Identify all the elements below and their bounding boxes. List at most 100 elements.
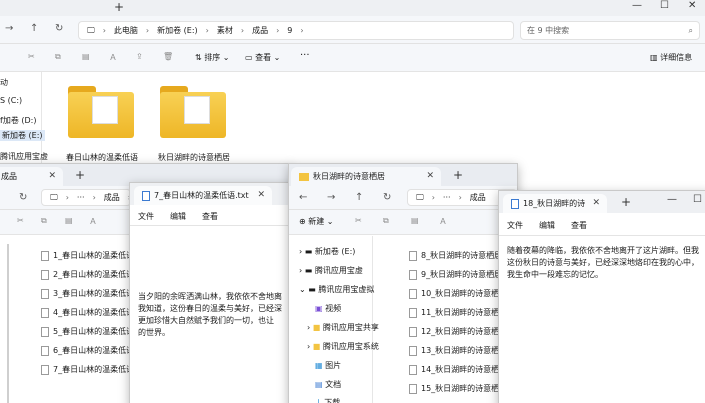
notepad-right-tab[interactable]: 18_秋日湖畔的诗 ✕ (503, 194, 607, 213)
cut-icon[interactable]: ✂ (28, 52, 35, 61)
text-file-icon (41, 307, 49, 318)
close-tab-icon[interactable]: ✕ (48, 171, 56, 181)
nav-item[interactable]: ▦ 图片 (315, 360, 341, 371)
breadcrumb-more[interactable]: ··· (77, 193, 85, 202)
up-icon[interactable]: ↑ (30, 23, 38, 34)
details-button[interactable]: ▥ 详细信息 (650, 52, 692, 63)
new-tab-button[interactable]: + (75, 168, 85, 182)
text-file-icon (409, 288, 417, 299)
up-icon[interactable]: ↑ (355, 192, 363, 203)
pc-icon: 🖵 (416, 192, 424, 202)
cut-icon[interactable]: ✂ (17, 216, 24, 225)
close-tab-icon[interactable]: ✕ (426, 171, 434, 181)
breadcrumb-item[interactable]: 素材 (217, 25, 233, 36)
share-icon[interactable]: ⇪ (136, 52, 143, 61)
chevron-right-icon: › (307, 323, 311, 332)
copy-icon[interactable]: ⧉ (41, 216, 47, 226)
notepad-left-tabbar: 7_春日山林的温柔低语.txt ✕ (130, 183, 306, 205)
folder-small-icon: ■ (312, 342, 321, 351)
nav-item[interactable]: ▤ 文档 (315, 379, 341, 390)
copy-icon[interactable]: ⧉ (55, 52, 61, 62)
back-icon[interactable]: ← (299, 192, 307, 203)
nav-item[interactable]: › ■ 腾讯应用宝共享 (307, 322, 379, 333)
rename-icon[interactable]: Ａ (439, 216, 447, 227)
notepad-left-text[interactable]: 当夕阳的余晖洒满山林，我依依不舍地离 我知道，这份春日的温柔与美好，已经深 更加… (138, 291, 306, 351)
view-button[interactable]: ▭ 查看 ⌄ (245, 52, 280, 63)
folder-item[interactable]: 秋日湖畔的诗意栖居 (158, 82, 233, 162)
picture-icon: ▦ (315, 361, 323, 370)
tab-title: 成品 (1, 172, 17, 181)
refresh-icon[interactable]: ↻ (55, 23, 63, 34)
explorer-left-tab[interactable]: 成品 ✕ (0, 167, 63, 186)
nav-item[interactable]: › ■ 腾讯应用宝系统 (307, 341, 379, 352)
nav-item[interactable]: ⌄ ▬ 腾讯应用宝虚拟 (299, 284, 374, 295)
delete-icon[interactable]: 🗑 (163, 52, 173, 61)
cut-icon[interactable]: ✂ (355, 216, 362, 225)
forward-icon[interactable]: → (5, 23, 13, 34)
search-icon: ⌕ (688, 25, 693, 35)
notepad-right-tabbar: 18_秋日湖畔的诗 ✕ + — ☐ (499, 191, 705, 213)
nav-item[interactable]: S (C:) (0, 96, 22, 105)
copy-icon[interactable]: ⧉ (383, 216, 389, 226)
pc-icon: 🖵 (87, 25, 95, 35)
maximize-button[interactable]: ☐ (660, 0, 669, 11)
rename-icon[interactable]: Ａ (89, 216, 97, 227)
close-tab-icon[interactable]: ✕ (592, 198, 600, 208)
breadcrumb[interactable]: 🖵› ···› 成品› (41, 189, 131, 206)
notepad-left-window: 7_春日山林的温柔低语.txt ✕ 文件 编辑 查看 当夕阳的余晖洒满山林，我依… (129, 182, 307, 403)
explorer-right-tab[interactable]: 秋日湖畔的诗意栖居 ✕ (291, 167, 441, 186)
nav-item[interactable]: 腾讯应用宝虚 (0, 151, 48, 162)
minimize-button[interactable]: — (632, 0, 642, 11)
menu-view[interactable]: 查看 (571, 220, 587, 231)
new-tab-button[interactable]: + (453, 168, 463, 182)
minimize-button[interactable]: — (667, 194, 677, 205)
breadcrumb-more[interactable]: ··· (443, 193, 451, 202)
breadcrumb[interactable]: 🖵 › 此电脑 › 新加卷 (E:) › 素材 › 成品 › 9 › (78, 21, 514, 40)
up-icon[interactable]: ↻ (19, 192, 27, 203)
folder-item[interactable]: 春日山林的温柔低语 (66, 82, 141, 162)
refresh-icon[interactable]: ↻ (383, 192, 391, 203)
new-button[interactable]: ⊕ 新建 ⌄ (299, 216, 334, 227)
nav-scrollbar[interactable] (7, 244, 9, 403)
breadcrumb-item[interactable]: 此电脑 (114, 25, 138, 36)
nav-item[interactable]: 新加卷 (E:) (0, 130, 45, 141)
search-input[interactable]: 在 9 中搜索 ⌕ (520, 21, 700, 40)
text-file-icon (409, 250, 417, 261)
paste-icon[interactable]: ▤ (82, 52, 90, 61)
menu-view[interactable]: 查看 (202, 211, 218, 222)
close-button[interactable]: ✕ (688, 0, 696, 11)
folder-icon (160, 86, 226, 138)
maximize-button[interactable]: ☐ (693, 194, 702, 205)
nav-item[interactable]: ↓ 下载 (315, 397, 340, 403)
breadcrumb-item[interactable]: 成品 (252, 25, 268, 36)
notepad-left-tab[interactable]: 7_春日山林的温柔低语.txt ✕ (134, 186, 272, 205)
forward-icon[interactable]: → (327, 192, 335, 203)
nav-item[interactable]: › ▬ 新加卷 (E:) (299, 246, 355, 257)
nav-item[interactable]: f加卷 (D:) (0, 115, 36, 126)
paste-icon[interactable]: ▤ (65, 216, 73, 225)
new-tab-button[interactable]: + (114, 0, 124, 14)
main-toolbar: ✂ ⧉ ▤ Ａ ⇪ 🗑 ⇅ 排序 ⌄ ▭ 查看 ⌄ ··· ▥ 详细信息 (0, 44, 705, 72)
breadcrumb-item[interactable]: 9 (287, 26, 292, 35)
breadcrumb-item[interactable]: 成品 (104, 192, 120, 203)
nav-item[interactable]: › ▬ 腾讯应用宝虚 (299, 265, 363, 276)
more-button[interactable]: ··· (300, 50, 310, 61)
nav-item[interactable]: 动 (0, 77, 8, 88)
rename-icon[interactable]: Ａ (109, 52, 117, 63)
menu-edit[interactable]: 编辑 (170, 211, 186, 222)
paste-icon[interactable]: ▤ (411, 216, 419, 225)
breadcrumb-item[interactable]: 成品 (470, 192, 486, 203)
text-file-icon (41, 269, 49, 280)
new-tab-button[interactable]: + (621, 195, 631, 209)
notepad-icon (511, 198, 519, 209)
menu-file[interactable]: 文件 (507, 220, 523, 231)
close-tab-icon[interactable]: ✕ (257, 190, 265, 200)
sort-button[interactable]: ⇅ 排序 ⌄ (195, 52, 230, 63)
menu-file[interactable]: 文件 (138, 211, 154, 222)
menu-edit[interactable]: 编辑 (539, 220, 555, 231)
drive-icon: ▬ (308, 285, 316, 294)
nav-item[interactable]: ▣ 视频 (315, 303, 341, 314)
chevron-right-icon: › (307, 342, 311, 351)
notepad-right-text[interactable]: 随着夜幕的降临，我依依不舍地离开了这片湖畔。但我 这份秋日的诗意与美好，已经深深… (507, 245, 705, 295)
breadcrumb-item[interactable]: 新加卷 (E:) (157, 25, 198, 36)
